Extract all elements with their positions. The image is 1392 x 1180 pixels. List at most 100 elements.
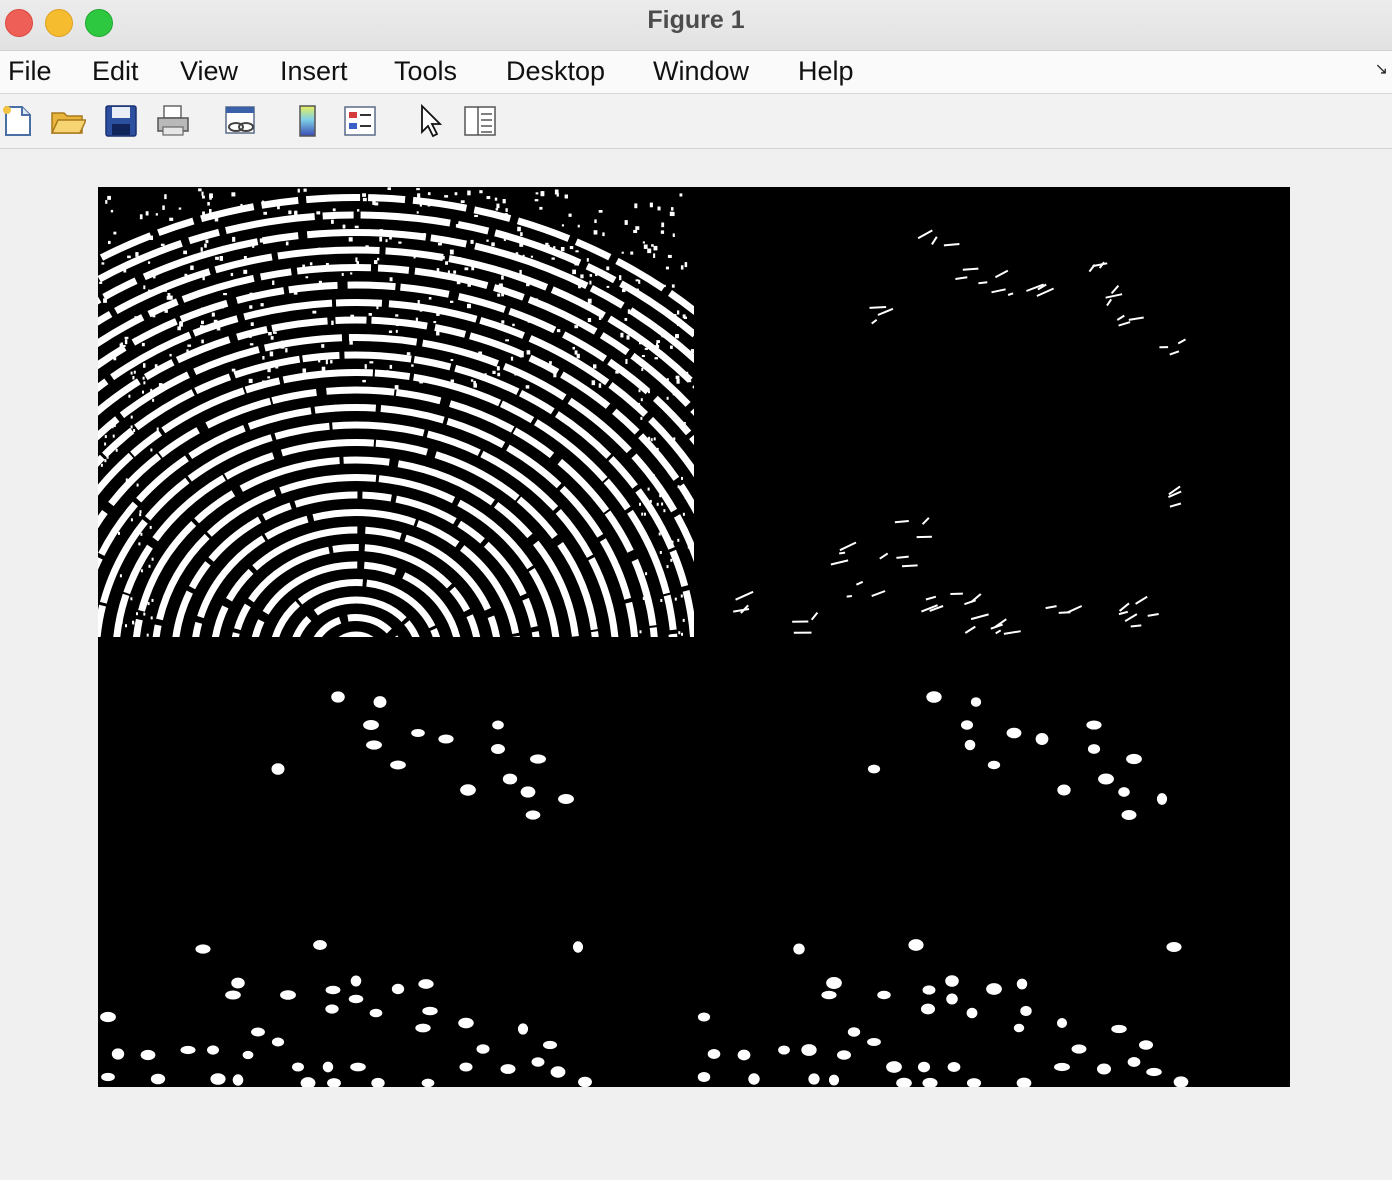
noise-speck <box>332 208 336 212</box>
noise-speck <box>643 244 648 249</box>
noise-speck <box>665 266 669 270</box>
noise-speck <box>504 213 508 216</box>
noise-speck <box>273 331 277 334</box>
noise-speck <box>505 339 509 342</box>
noise-speck <box>143 381 146 385</box>
noise-speck <box>243 256 247 260</box>
colorbar-icon[interactable] <box>290 103 326 139</box>
link-plot-icon[interactable] <box>222 103 258 139</box>
noise-speck <box>639 502 641 506</box>
open-file-icon[interactable] <box>50 103 86 139</box>
noise-speck <box>682 314 686 318</box>
noise-speck <box>130 572 133 576</box>
menu-file[interactable]: File <box>8 56 52 87</box>
noise-speck <box>151 557 154 561</box>
noise-speck <box>648 390 650 394</box>
menu-window[interactable]: Window <box>653 56 749 87</box>
noise-speck <box>167 293 171 297</box>
noise-speck <box>341 273 344 276</box>
noise-speck <box>556 329 561 333</box>
noise-speck <box>647 248 652 254</box>
noise-speck <box>663 284 666 288</box>
noise-speck <box>641 367 644 371</box>
dock-arrow-icon[interactable]: ↘ <box>1375 59 1388 79</box>
noise-speck <box>368 313 372 316</box>
noise-speck <box>594 219 597 224</box>
blob-dot <box>908 939 924 951</box>
save-icon[interactable] <box>103 103 139 139</box>
menu-tools[interactable]: Tools <box>394 56 457 87</box>
menu-edit[interactable]: Edit <box>92 56 139 87</box>
noise-speck <box>201 191 204 196</box>
blob-dot <box>207 1045 219 1055</box>
noise-speck <box>653 437 656 441</box>
menu-insert[interactable]: Insert <box>280 56 348 87</box>
noise-speck <box>667 254 672 258</box>
noise-speck <box>659 551 662 554</box>
noise-speck <box>640 336 643 340</box>
blob-dot <box>421 1078 435 1087</box>
noise-speck <box>177 326 181 331</box>
noise-speck <box>113 424 116 427</box>
noise-speck <box>216 326 221 331</box>
noise-speck <box>450 359 454 362</box>
noise-speck <box>551 257 555 260</box>
noise-speck <box>381 231 384 235</box>
noise-speck <box>127 255 131 259</box>
blob-dot <box>1138 1040 1154 1050</box>
blob-dot <box>271 763 285 775</box>
legend-icon[interactable] <box>342 103 378 139</box>
print-icon[interactable] <box>155 103 191 139</box>
menu-help[interactable]: Help <box>798 56 854 87</box>
property-inspector-icon[interactable] <box>462 103 498 139</box>
noise-speck <box>219 256 224 261</box>
menu-desktop[interactable]: Desktop <box>506 56 605 87</box>
noise-speck <box>394 385 399 390</box>
noise-speck <box>419 204 422 207</box>
noise-speck <box>502 199 506 204</box>
title-bar: Figure 1 <box>0 0 1392 51</box>
noise-speck <box>132 621 135 625</box>
noise-speck <box>325 359 328 365</box>
new-figure-icon[interactable] <box>0 103 36 139</box>
noise-speck <box>148 261 151 264</box>
noise-speck <box>110 209 114 213</box>
noise-speck <box>492 370 496 374</box>
noise-speck <box>302 264 306 268</box>
noise-speck <box>331 320 334 326</box>
blob-dot <box>458 1017 474 1029</box>
menu-view[interactable]: View <box>180 56 238 87</box>
noise-speck <box>116 567 119 571</box>
blob-dot <box>140 1049 156 1061</box>
noise-speck <box>132 362 135 366</box>
noise-speck <box>415 317 418 323</box>
noise-speck <box>419 306 423 312</box>
noise-speck <box>317 247 321 251</box>
noise-speck <box>540 343 545 346</box>
noise-speck <box>591 380 596 386</box>
blob-dot <box>331 691 345 703</box>
noise-speck <box>620 332 624 338</box>
noise-speck <box>454 312 458 315</box>
noise-speck <box>656 340 660 344</box>
noise-speck <box>586 258 589 262</box>
blob-dot <box>530 754 546 764</box>
noise-speck <box>649 202 653 208</box>
pointer-icon[interactable] <box>412 103 448 139</box>
noise-speck <box>647 343 650 349</box>
blob-dot <box>476 1044 490 1054</box>
blob-dot <box>778 1045 790 1055</box>
noise-speck <box>386 370 389 375</box>
noise-speck <box>670 345 673 349</box>
noise-speck <box>362 317 367 321</box>
noise-speck <box>470 239 474 244</box>
noise-speck <box>150 292 154 296</box>
noise-speck <box>130 505 133 509</box>
ridge-fragment <box>901 564 918 568</box>
noise-speck <box>642 241 645 244</box>
blob-dot <box>1035 733 1049 745</box>
noise-speck <box>669 414 672 418</box>
noise-speck <box>682 618 685 622</box>
noise-speck <box>268 344 272 347</box>
noise-speck <box>681 476 683 480</box>
